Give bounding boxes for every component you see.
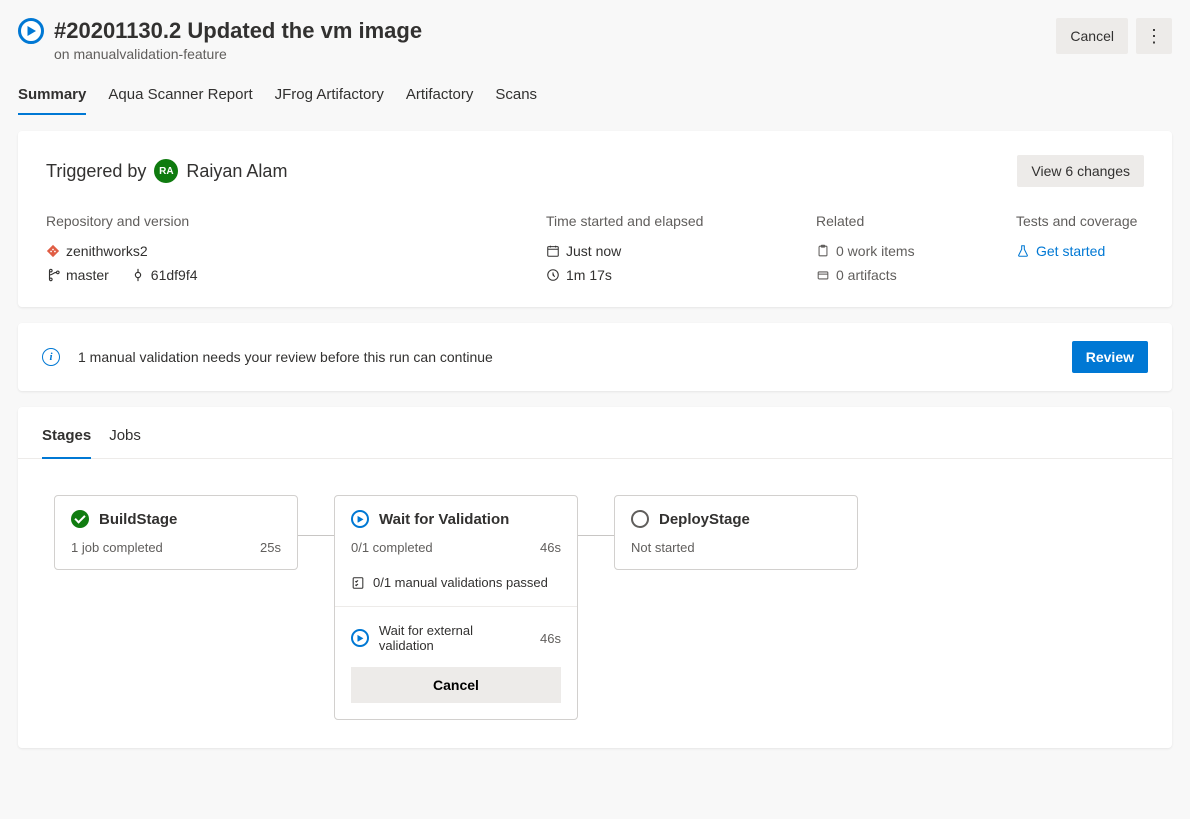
- time-label: Time started and elapsed: [546, 213, 796, 229]
- stages-tabs: Stages Jobs: [18, 407, 1172, 459]
- commit-icon: [131, 268, 145, 282]
- summary-card: Triggered by RA Raiyan Alam View 6 chang…: [18, 131, 1172, 307]
- pending-icon: [631, 510, 649, 528]
- stage-card-deploy[interactable]: DeployStage Not started: [614, 495, 858, 570]
- vertical-dots-icon: ⋮: [1145, 27, 1163, 45]
- clipboard-icon: [816, 244, 830, 258]
- flask-icon: [1016, 244, 1030, 258]
- git-repo-icon: [46, 244, 60, 258]
- repo-label: Repository and version: [46, 213, 526, 229]
- tab-scans[interactable]: Scans: [495, 80, 537, 115]
- stage-card-build[interactable]: BuildStage 1 job completed 25s: [54, 495, 298, 570]
- view-changes-button[interactable]: View 6 changes: [1017, 155, 1144, 187]
- validation-status: 0/1 manual validations passed: [373, 575, 548, 590]
- review-button[interactable]: Review: [1072, 341, 1148, 373]
- main-tabs: Summary Aqua Scanner Report JFrog Artifa…: [18, 80, 1172, 115]
- stage-duration: 25s: [260, 540, 281, 555]
- stage-status: 0/1 completed: [351, 540, 433, 555]
- start-time: Just now: [546, 243, 796, 259]
- tab-jobs[interactable]: Jobs: [109, 427, 141, 458]
- stage-connector: [578, 535, 614, 536]
- more-actions-button[interactable]: ⋮: [1136, 18, 1172, 54]
- checklist-icon: [351, 576, 365, 590]
- user-avatar: RA: [154, 159, 178, 183]
- task-name: Wait for external validation: [379, 623, 530, 653]
- elapsed-time: 1m 17s: [546, 267, 796, 283]
- page-title: #20201130.2 Updated the vm image: [54, 18, 422, 44]
- tab-aqua-scanner[interactable]: Aqua Scanner Report: [108, 80, 252, 115]
- review-banner: 1 manual validation needs your review be…: [18, 323, 1172, 391]
- running-icon: [351, 510, 369, 528]
- stage-name: Wait for Validation: [379, 511, 509, 528]
- page-header: #20201130.2 Updated the vm image on manu…: [18, 18, 1172, 62]
- running-icon: [351, 629, 369, 647]
- stage-duration: 46s: [540, 540, 561, 555]
- tab-stages[interactable]: Stages: [42, 427, 91, 458]
- page-subtitle: on manualvalidation-feature: [54, 46, 422, 62]
- stage-status: 1 job completed: [71, 540, 163, 555]
- stage-status: Not started: [631, 540, 695, 555]
- artifacts-link[interactable]: 0 artifacts: [816, 267, 996, 283]
- related-label: Related: [816, 213, 996, 229]
- tests-label: Tests and coverage: [1016, 213, 1144, 229]
- cancel-validation-button[interactable]: Cancel: [351, 667, 561, 703]
- repo-link[interactable]: zenithworks2: [46, 243, 526, 259]
- banner-text: 1 manual validation needs your review be…: [78, 349, 493, 365]
- branch-link[interactable]: master: [46, 267, 109, 283]
- commit-link[interactable]: 61df9f4: [131, 267, 198, 283]
- stage-name: DeployStage: [659, 511, 750, 528]
- cancel-run-button[interactable]: Cancel: [1056, 18, 1128, 54]
- stage-card-wait-validation[interactable]: Wait for Validation 0/1 completed 46s 0/…: [334, 495, 578, 720]
- pipeline-status-icon: [18, 18, 44, 44]
- package-icon: [816, 268, 830, 282]
- stage-connector: [298, 535, 334, 536]
- tab-jfrog[interactable]: JFrog Artifactory: [275, 80, 384, 115]
- tab-summary[interactable]: Summary: [18, 80, 86, 115]
- stage-name: BuildStage: [99, 511, 177, 528]
- clock-icon: [546, 268, 560, 282]
- info-icon: [42, 348, 60, 366]
- branch-icon: [46, 268, 60, 282]
- user-name[interactable]: Raiyan Alam: [186, 161, 287, 182]
- tests-get-started-link[interactable]: Get started: [1016, 243, 1144, 259]
- success-icon: [71, 510, 89, 528]
- task-duration: 46s: [540, 631, 561, 646]
- calendar-icon: [546, 244, 560, 258]
- tab-artifactory[interactable]: Artifactory: [406, 80, 474, 115]
- stages-card: Stages Jobs BuildStage 1 job completed 2…: [18, 407, 1172, 748]
- triggered-by-label: Triggered by: [46, 161, 146, 182]
- work-items-link[interactable]: 0 work items: [816, 243, 996, 259]
